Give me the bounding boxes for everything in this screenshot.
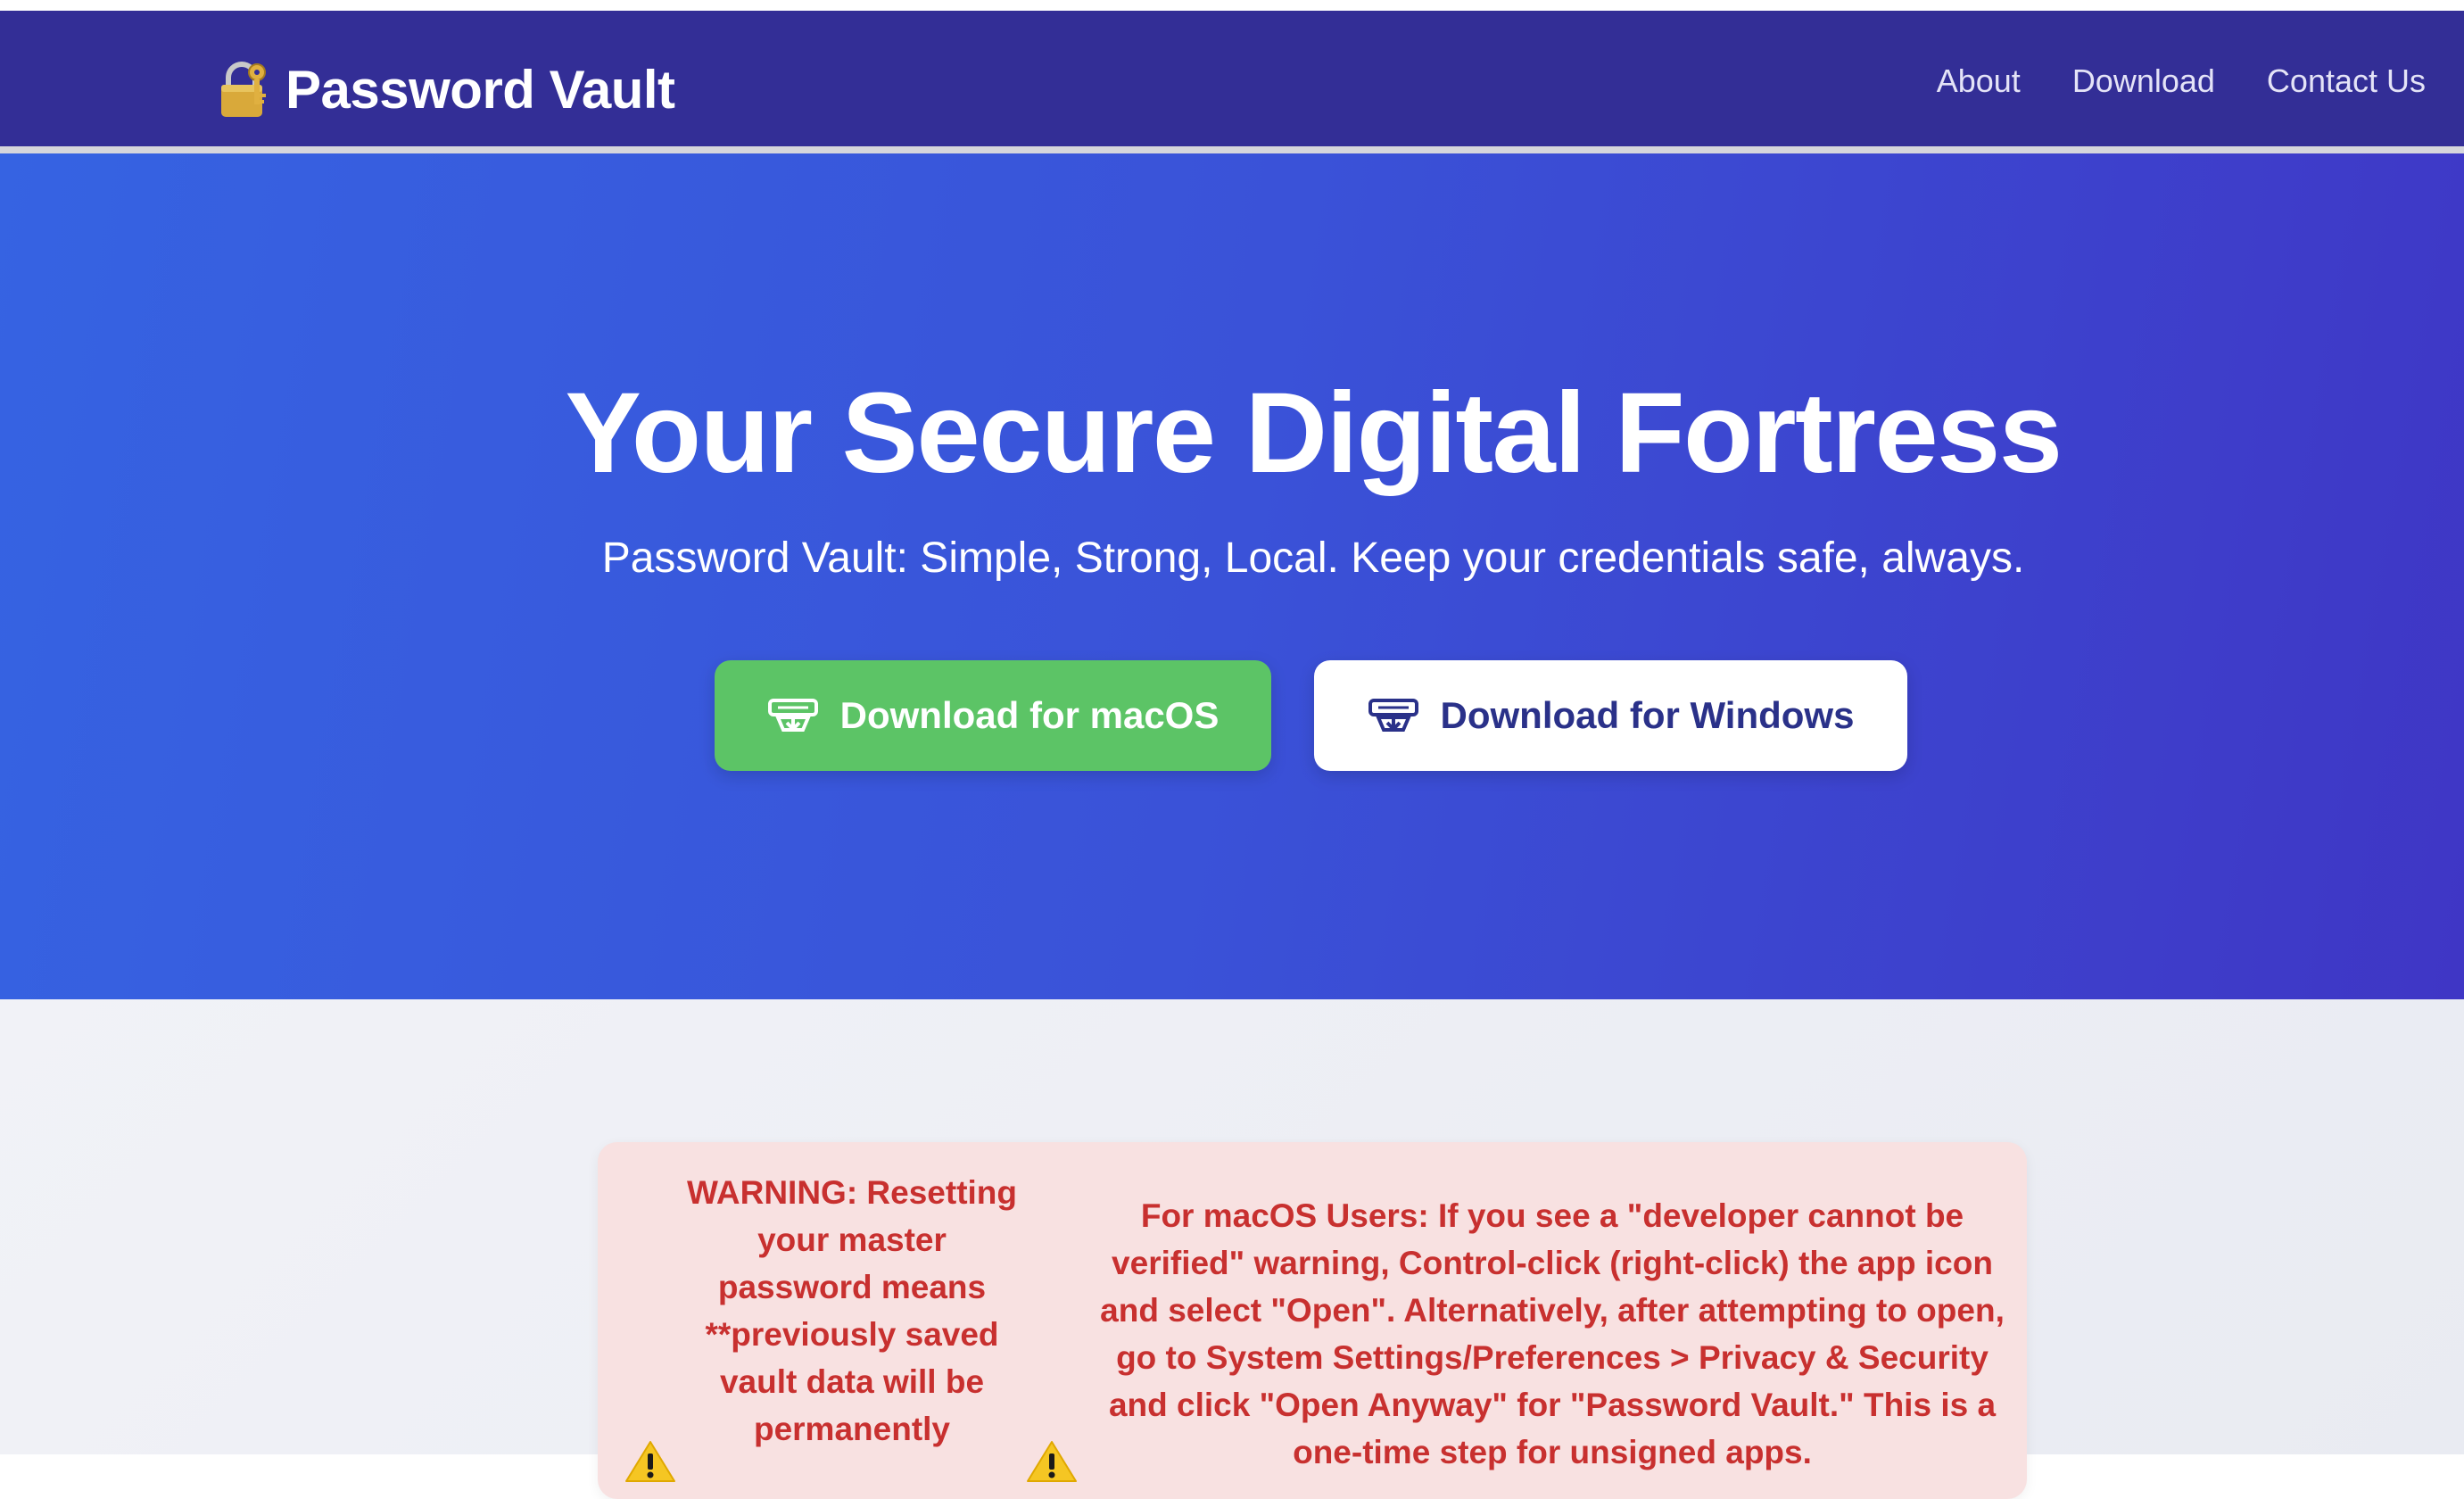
top-strip: [0, 0, 2464, 11]
hero-subtitle: Password Vault: Simple, Strong, Local. K…: [601, 534, 2025, 582]
lock-with-key-icon: [221, 62, 266, 117]
warning-box: WARNING: Resetting your master password …: [598, 1142, 2027, 1499]
warning-icon: [625, 1441, 675, 1482]
warning-reset-text: WARNING: Resetting your master password …: [687, 1174, 1017, 1447]
content-section: WARNING: Resetting your master password …: [0, 999, 2464, 1499]
brand-name: Password Vault: [285, 59, 675, 120]
download-icon: [1368, 699, 1418, 732]
warning-icon: [1027, 1441, 1077, 1482]
download-macos-label: Download for macOS: [839, 694, 1220, 736]
download-windows-button[interactable]: Download for Windows: [1314, 660, 1907, 771]
nav-link-about[interactable]: About: [1937, 62, 2021, 100]
nav-link-contact-us[interactable]: Contact Us: [2267, 62, 2426, 100]
download-windows-label: Download for Windows: [1440, 694, 1855, 736]
hero-title: Your Secure Digital Fortress: [565, 369, 2063, 497]
brand-logo[interactable]: Password Vault: [218, 54, 675, 125]
download-icon: [767, 699, 818, 732]
navbar: Password Vault About Download Contact Us: [0, 11, 2464, 146]
navbar-divider: [0, 146, 2464, 153]
nav-link-download[interactable]: Download: [2072, 62, 2215, 100]
download-macos-button[interactable]: Download for macOS: [715, 660, 1271, 771]
hero-section: Your Secure Digital Fortress Password Va…: [0, 153, 2464, 999]
warning-macos-text: For macOS Users: If you see a "developer…: [1100, 1197, 2005, 1470]
nav-links: About Download Contact Us: [1937, 62, 2426, 100]
